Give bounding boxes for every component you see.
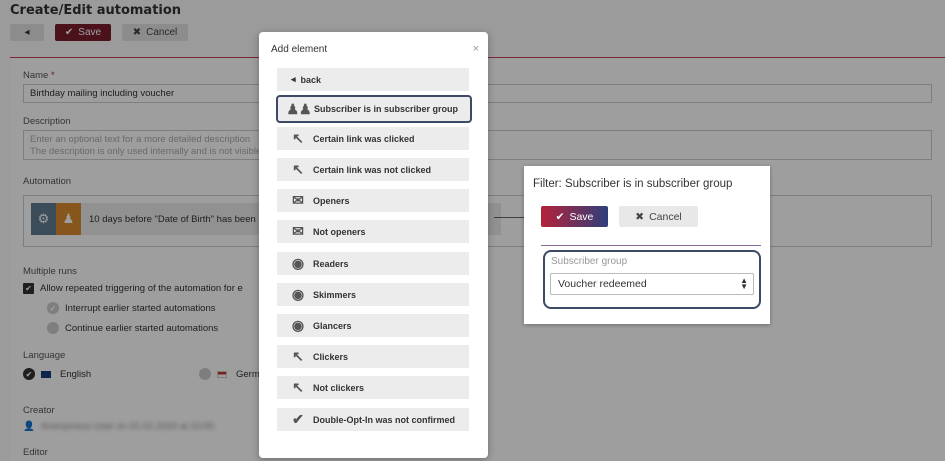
- option-label: Certain link was not clicked: [313, 164, 432, 175]
- option-label: Not clickers: [313, 382, 365, 393]
- cursor-icon: ↖: [292, 348, 304, 364]
- check-icon: ✔: [555, 210, 565, 223]
- caret-left-icon: ◂: [291, 74, 296, 84]
- option-subscriber-in-group[interactable]: ♟♟ Subscriber is in subscriber group: [276, 95, 472, 123]
- option-label: Glancers: [313, 320, 352, 331]
- eye-skim-icon: ◉: [291, 286, 305, 302]
- filter-dialog: Filter: Subscriber is in subscriber grou…: [524, 166, 770, 324]
- option-label: Certain link was clicked: [313, 133, 415, 144]
- option-openers[interactable]: ✉ Openers: [277, 189, 469, 212]
- add-element-modal: Add element × ◂ back ♟♟ Subscriber is in s…: [259, 32, 488, 458]
- users-icon: ♟♟: [286, 100, 312, 117]
- subscriber-group-select[interactable]: Voucher redeemed ▲ ▼: [550, 273, 754, 295]
- select-arrows-icon: ▲ ▼: [740, 276, 748, 291]
- modal-back-button[interactable]: ◂ back: [277, 68, 469, 91]
- filter-save-button[interactable]: ✔ Save: [541, 206, 608, 227]
- filter-divider: [541, 245, 761, 246]
- envelope-open-icon: ✉: [292, 192, 304, 208]
- cursor-link-icon: ↖: [292, 130, 304, 146]
- back-label: back: [300, 74, 322, 85]
- filter-dialog-title: Filter: Subscriber is in subscriber grou…: [533, 178, 733, 190]
- envelope-not-icon: ✉: [292, 223, 304, 239]
- cursor-link-not-icon: ↖: [292, 161, 304, 177]
- close-icon: ✖: [635, 210, 645, 223]
- close-icon[interactable]: ×: [473, 43, 479, 55]
- option-label: Not openers: [313, 226, 366, 237]
- option-link-not-clicked[interactable]: ↖ Certain link was not clicked: [277, 158, 469, 181]
- eye-glance-icon: ◉: [291, 317, 305, 333]
- option-label: Double-Opt-In was not confirmed: [313, 414, 455, 425]
- option-not-openers[interactable]: ✉ Not openers: [277, 220, 469, 243]
- subscriber-group-value: Voucher redeemed: [558, 278, 647, 290]
- option-label: Skimmers: [313, 289, 357, 300]
- option-clickers[interactable]: ↖ Clickers: [277, 345, 469, 368]
- filter-cancel-button[interactable]: ✖ Cancel: [619, 206, 698, 227]
- option-label: Openers: [313, 195, 350, 206]
- option-label: Clickers: [313, 351, 349, 362]
- subscriber-group-label: Subscriber group: [551, 256, 628, 267]
- option-not-clickers[interactable]: ↖ Not clickers: [277, 376, 469, 399]
- eye-icon: ◉: [291, 255, 305, 271]
- subscriber-group-field: Subscriber group Voucher redeemed ▲ ▼: [543, 250, 761, 309]
- cursor-not-icon: ↖: [292, 379, 304, 395]
- option-glancers[interactable]: ◉ Glancers: [277, 314, 469, 337]
- option-skimmers[interactable]: ◉ Skimmers: [277, 283, 469, 306]
- option-label: Subscriber is in subscriber group: [314, 104, 459, 114]
- option-label: Readers: [313, 258, 349, 269]
- check-not-icon: ✔: [292, 411, 304, 427]
- option-readers[interactable]: ◉ Readers: [277, 252, 469, 275]
- option-link-clicked[interactable]: ↖ Certain link was clicked: [277, 127, 469, 150]
- modal-title: Add element: [271, 44, 328, 55]
- option-double-opt-in-not-confirmed[interactable]: ✔ Double-Opt-In was not confirmed: [277, 408, 469, 431]
- filter-save-label: Save: [569, 210, 594, 223]
- filter-cancel-label: Cancel: [649, 210, 682, 223]
